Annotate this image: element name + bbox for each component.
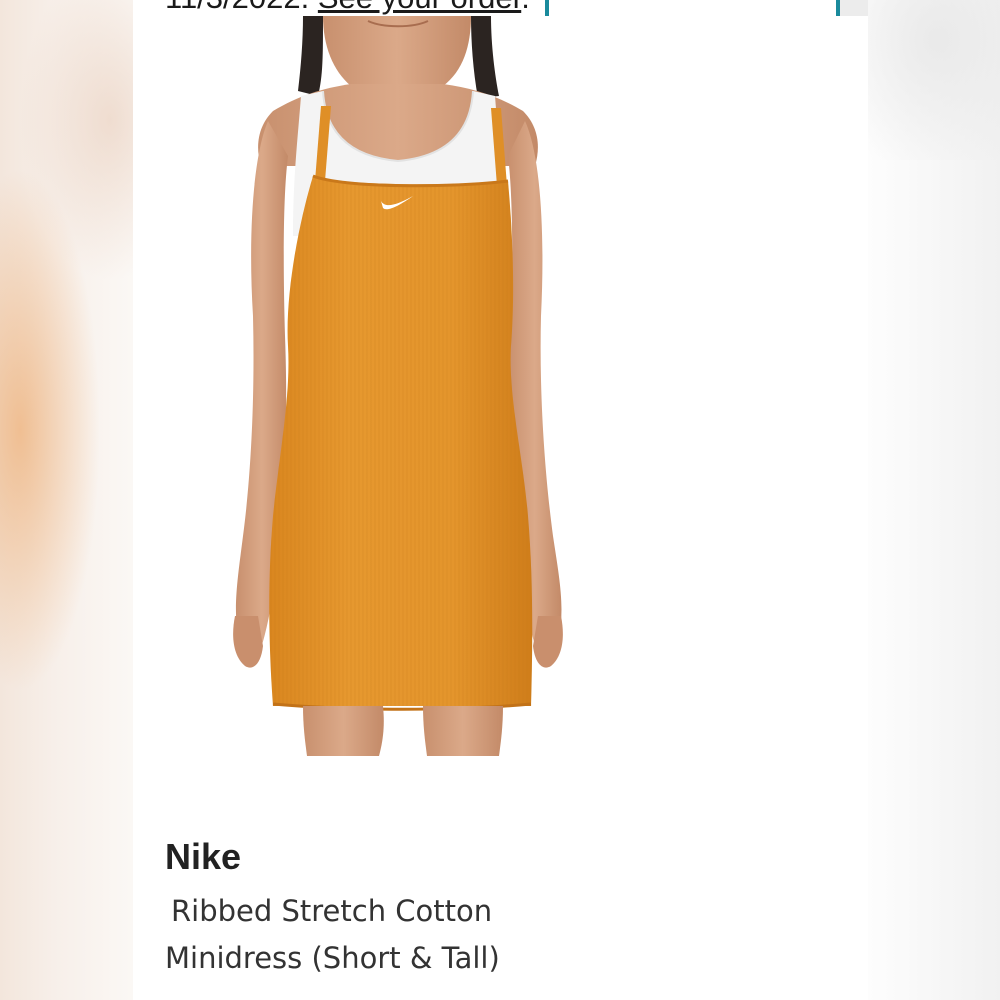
- accent-divider: [545, 0, 549, 16]
- order-notice-text: 11/3/2022. See your order.: [165, 0, 530, 16]
- product-name-line-1: Ribbed Stretch Cotton: [171, 894, 493, 928]
- blurred-backdrop-left: [0, 0, 133, 1000]
- banner-edge: [840, 0, 868, 16]
- order-date: 11/3/2022.: [165, 0, 309, 15]
- order-notice-banner: 11/3/2022. See your order.: [133, 0, 868, 16]
- product-name-line-2: Minidress (Short & Tall): [165, 941, 500, 975]
- product-brand[interactable]: Nike: [165, 835, 241, 879]
- blurred-backdrop-right: [868, 0, 1000, 1000]
- product-image[interactable]: [173, 16, 613, 756]
- see-your-order-link[interactable]: See your order: [318, 0, 521, 15]
- product-name[interactable]: Ribbed Stretch Cotton Minidress (Short &…: [165, 888, 725, 982]
- order-notice-period: .: [521, 0, 530, 15]
- product-page: 11/3/2022. See your order.: [133, 0, 868, 1000]
